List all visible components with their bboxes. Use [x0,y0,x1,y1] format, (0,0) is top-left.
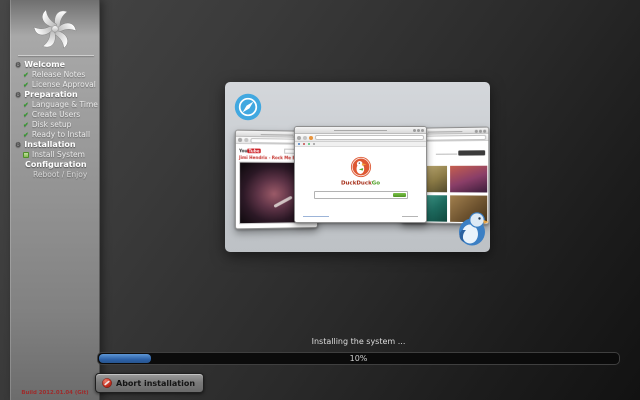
abort-installation-button[interactable]: Abort installation [95,373,204,393]
check-icon: ✔ [23,110,29,120]
check-icon: ✔ [23,130,29,140]
titlebar-text-placeholder [261,134,293,136]
duckduckgo-page: DuckDuckGo [295,147,426,222]
step-create-users: ✔ Create Users [10,110,100,120]
titlebar-text-placeholder [427,131,462,133]
forward-icon [244,138,248,142]
step-section-label: Configuration [25,160,87,170]
gallery-navbar [458,150,485,155]
step-label: Ready to Install [32,130,90,140]
forward-icon [303,136,307,140]
step-label: Create Users [32,110,80,120]
photo-tile [450,166,487,193]
browser-window-duckduckgo: DuckDuckGo [294,126,427,223]
duckduckgo-duck-logo [350,156,372,178]
back-icon [297,136,301,140]
gear-icon: ⚙ [15,140,21,150]
url-field [315,135,424,140]
step-label: Language & Time [32,100,98,110]
step-disk-setup: ✔ Disk setup [10,120,100,130]
duckduckgo-search-field [314,191,408,199]
web-browser-compass-icon [234,93,262,121]
back-icon [238,138,242,142]
step-section-preparation: ⚙ Preparation [10,90,100,100]
sidebar-divider [18,55,94,56]
sidebar: ⚙ Welcome ✔ Release Notes ✔ License Appr… [10,0,100,400]
step-label: Reboot / Enjoy [33,170,87,180]
bookmark-icon [298,143,300,145]
abort-button-label: Abort installation [116,379,195,388]
window-buttons [413,129,424,132]
step-reboot-enjoy: Reboot / Enjoy [10,170,100,180]
check-icon: ✔ [23,80,29,90]
installer-steps-list: ⚙ Welcome ✔ Release Notes ✔ License Appr… [10,60,100,180]
step-license-approval: ✔ License Approval [10,80,100,90]
bird-mascot-icon [456,210,490,246]
build-version-label: Build 2012.01.04 (Git) [7,390,103,396]
step-language-time: ✔ Language & Time [10,100,100,110]
browser-toolbar [295,134,426,142]
step-section-label: Installation [24,140,75,150]
home-icon [309,136,313,140]
gear-icon: ⚙ [15,90,21,100]
bookmark-icon [308,143,310,145]
current-step-icon [23,152,29,158]
footer-links-placeholder [402,216,418,217]
bookmark-icon [313,143,315,145]
gear-icon: ⚙ [15,60,21,70]
check-icon: ✔ [23,120,29,130]
window-buttons [475,130,486,133]
step-ready-to-install: ✔ Ready to Install [10,130,100,140]
install-status-text: Installing the system ... [97,337,620,346]
titlebar-text-placeholder [334,130,386,131]
youtube-logo: YouTube [239,148,261,153]
step-label: Install System [32,150,85,160]
check-icon: ✔ [23,100,29,110]
progress-bar: 10% [97,352,620,365]
abort-stop-icon [102,378,112,388]
check-icon: ✔ [23,70,29,80]
search-submit-button [393,193,406,197]
gallery-subtext-placeholder [436,154,457,155]
footer-links-placeholder [303,216,329,217]
step-label: Release Notes [32,70,85,80]
step-release-notes: ✔ Release Notes [10,70,100,80]
bookmark-icon [303,143,305,145]
step-install-system: Install System [10,150,100,160]
step-section-configuration: Configuration [10,160,100,170]
step-section-label: Welcome [24,60,65,70]
slideshow-slide: YouTube Jimi Hendrix - Rock Me Baby (Liv… [225,82,490,252]
step-label: Disk setup [32,120,71,130]
duckduckgo-wordmark: DuckDuckGo [324,180,396,186]
step-section-label: Preparation [24,90,77,100]
step-label: License Approval [32,80,96,90]
step-section-welcome: ⚙ Welcome [10,60,100,70]
installer-window: ⚙ Welcome ✔ Release Notes ✔ License Appr… [0,0,640,400]
window-titlebar [295,127,426,134]
distro-pinwheel-logo [32,6,78,52]
progress-percent-label: 10% [98,353,619,365]
guitar-highlight [273,195,292,207]
step-section-installation: ⚙ Installation [10,140,100,150]
